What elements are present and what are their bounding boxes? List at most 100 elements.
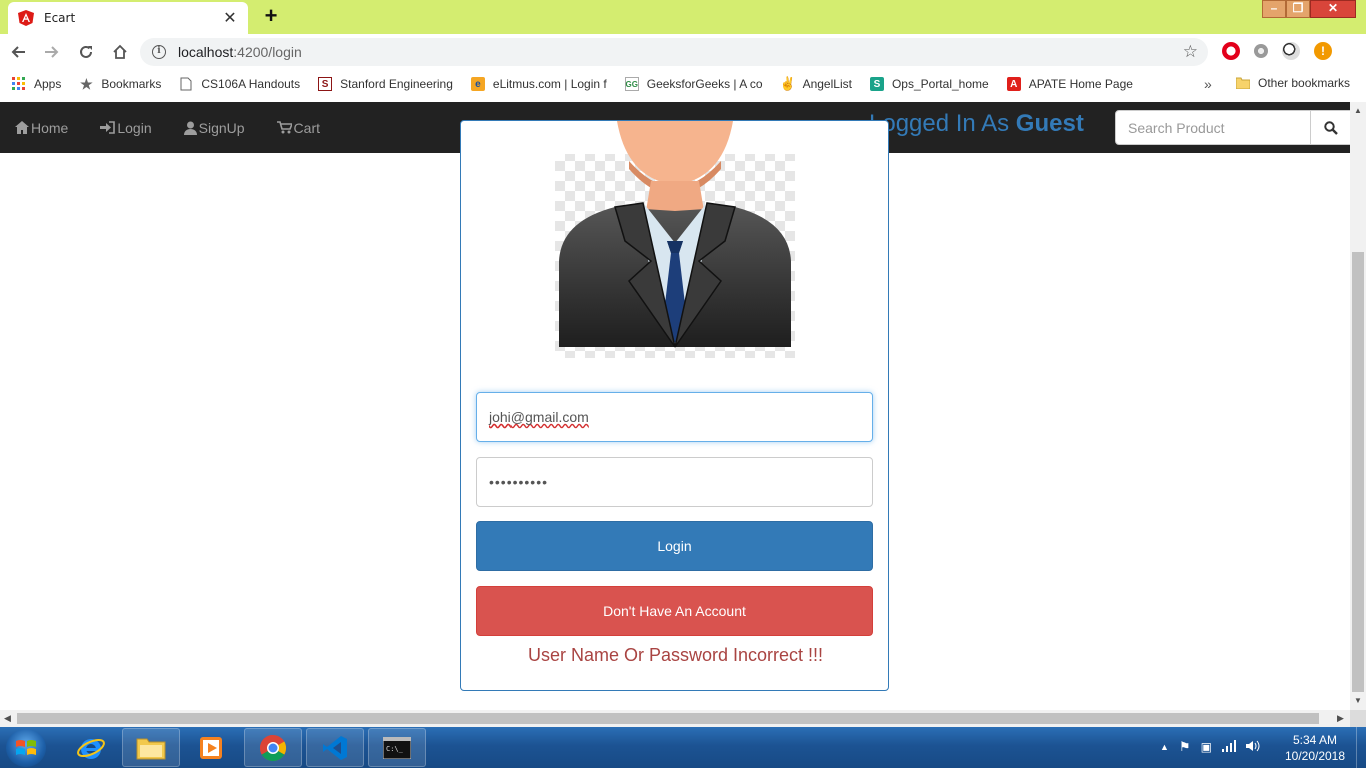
- other-bookmarks-label: Other bookmarks: [1258, 76, 1351, 90]
- stanford-icon: S: [318, 77, 333, 91]
- minimize-button[interactable]: –: [1262, 0, 1286, 18]
- page-icon: [179, 77, 193, 91]
- bookmark-star-icon[interactable]: ☆: [1183, 42, 1198, 62]
- soccer-extension-icon[interactable]: [1282, 42, 1300, 60]
- logged-in-user: Guest: [1015, 110, 1084, 137]
- search-button[interactable]: [1311, 110, 1351, 145]
- bookmark-bookmarks[interactable]: ★ Bookmarks: [79, 75, 162, 92]
- window-controls: – ❐ ✕: [1262, 0, 1356, 18]
- bookmark-label: Apps: [34, 77, 62, 91]
- tab-close-icon[interactable]: ✕: [222, 8, 238, 28]
- bookmark-elitmus[interactable]: e eLitmus.com | Login f: [470, 77, 607, 91]
- bookmark-label: CS106A Handouts: [201, 77, 301, 91]
- logged-in-prefix: Logged In As: [869, 110, 1010, 137]
- site-info-icon[interactable]: i: [152, 45, 166, 59]
- bookmark-label: Bookmarks: [101, 77, 162, 91]
- arrow-right-icon: [45, 46, 59, 58]
- browser-tab-ecart[interactable]: Ecart ✕: [8, 2, 248, 34]
- search-form: [1115, 110, 1351, 145]
- signup-redirect-button[interactable]: Don't Have An Account: [476, 586, 873, 636]
- nav-signup-link[interactable]: SignUp: [183, 120, 245, 136]
- scrollbar-corner: [1350, 710, 1366, 727]
- nav-cart-label: Cart: [293, 119, 320, 136]
- gfg-icon: GG: [624, 77, 639, 91]
- angular-favicon-icon: [18, 10, 34, 26]
- windows-logo-icon: [16, 740, 36, 755]
- taskbar-ie[interactable]: [62, 728, 120, 767]
- media-player-icon: [200, 736, 222, 759]
- start-button[interactable]: [6, 729, 46, 767]
- nav-login-label: Login: [117, 119, 152, 136]
- forward-button[interactable]: [36, 36, 68, 68]
- network-signal-icon[interactable]: [1221, 739, 1236, 755]
- scroll-right-arrow-icon[interactable]: ▶: [1337, 713, 1344, 724]
- extension-icons: !: [1222, 42, 1332, 60]
- scroll-down-arrow-icon[interactable]: ▼: [1354, 696, 1362, 705]
- vertical-scroll-thumb[interactable]: [1352, 252, 1364, 692]
- search-icon: [1323, 120, 1338, 135]
- gray-extension-icon[interactable]: [1254, 44, 1268, 58]
- star-icon: ★: [80, 75, 93, 92]
- new-tab-button[interactable]: +: [258, 4, 284, 30]
- vscode-icon: [323, 735, 347, 760]
- email-value: johi@gmail.com: [489, 409, 589, 425]
- bookmark-ops-portal[interactable]: S Ops_Portal_home: [869, 77, 989, 91]
- login-card: johi@gmail.com •••••••••• Login Don't Ha…: [460, 120, 889, 691]
- bookmark-stanford[interactable]: S Stanford Engineering: [318, 77, 453, 91]
- scroll-up-arrow-icon[interactable]: ▲: [1354, 106, 1362, 115]
- bookmark-gfg[interactable]: GG GeeksforGeeks | A co: [624, 77, 763, 91]
- nav-login-link[interactable]: Login: [100, 119, 152, 136]
- reload-icon: [80, 45, 92, 58]
- bookmark-cs106a[interactable]: CS106A Handouts: [179, 77, 300, 91]
- chrome-icon: [259, 734, 287, 761]
- home-button[interactable]: [104, 36, 136, 68]
- login-error-message: User Name Or Password Incorrect !!!: [527, 645, 824, 665]
- apate-icon: A: [1006, 77, 1021, 91]
- bookmark-label: Stanford Engineering: [340, 77, 453, 91]
- url-text: localhost:4200/login: [178, 44, 302, 60]
- taskbar-clock[interactable]: 5:34 AM 10/20/2018: [1280, 732, 1350, 764]
- search-product-input[interactable]: [1115, 110, 1311, 145]
- login-icon: [100, 121, 116, 134]
- close-window-button[interactable]: ✕: [1310, 0, 1356, 18]
- login-button[interactable]: Login: [476, 521, 873, 571]
- opera-extension-icon[interactable]: [1222, 42, 1240, 60]
- taskbar-vscode[interactable]: [306, 728, 364, 767]
- email-input[interactable]: johi@gmail.com: [476, 392, 873, 442]
- logged-in-status: Logged In As Guest: [869, 110, 1084, 138]
- action-center-flag-icon[interactable]: ⚑: [1179, 739, 1191, 755]
- password-input[interactable]: ••••••••••: [476, 457, 873, 507]
- restore-button[interactable]: ❐: [1286, 0, 1310, 18]
- taskbar-cmd[interactable]: C:\_: [368, 728, 426, 767]
- device-icon[interactable]: ▣: [1201, 740, 1212, 754]
- bookmark-angellist[interactable]: ✌ AngelList: [779, 76, 852, 91]
- horizontal-scrollbar[interactable]: ◀ ▶: [0, 710, 1350, 727]
- taskbar-chrome[interactable]: [244, 728, 302, 767]
- nav-cart-link[interactable]: Cart: [276, 119, 320, 136]
- vertical-scrollbar[interactable]: ▲ ▼: [1350, 102, 1366, 710]
- bookmark-apps[interactable]: Apps: [12, 77, 61, 91]
- back-button[interactable]: [2, 36, 34, 68]
- arrow-left-icon: [11, 46, 25, 58]
- volume-icon[interactable]: [1245, 740, 1260, 755]
- home-icon: [15, 121, 29, 134]
- svg-text:C:\_: C:\_: [386, 745, 404, 753]
- ops-portal-icon: S: [869, 77, 884, 91]
- show-hidden-icons-button[interactable]: ▲: [1160, 742, 1169, 752]
- taskbar-media-player[interactable]: [182, 728, 240, 767]
- bookmark-label: eLitmus.com | Login f: [492, 77, 607, 91]
- taskbar-explorer[interactable]: [122, 728, 180, 767]
- horizontal-scroll-thumb[interactable]: [17, 713, 1319, 724]
- bookmark-apate[interactable]: A APATE Home Page: [1006, 77, 1133, 91]
- elitmus-icon: e: [470, 77, 485, 91]
- bookmark-label: GeeksforGeeks | A co: [646, 77, 763, 91]
- bookmark-label: AngelList: [802, 77, 852, 91]
- other-bookmarks-folder[interactable]: Other bookmarks: [1236, 76, 1350, 90]
- scroll-left-arrow-icon[interactable]: ◀: [4, 713, 11, 724]
- nav-home-link[interactable]: Home: [15, 120, 68, 136]
- bookmarks-overflow-button[interactable]: »: [1204, 76, 1212, 92]
- address-bar[interactable]: i localhost:4200/login ☆: [140, 38, 1208, 66]
- reload-button[interactable]: [70, 36, 102, 68]
- show-desktop-button[interactable]: [1356, 727, 1366, 768]
- update-warning-icon[interactable]: !: [1314, 42, 1332, 60]
